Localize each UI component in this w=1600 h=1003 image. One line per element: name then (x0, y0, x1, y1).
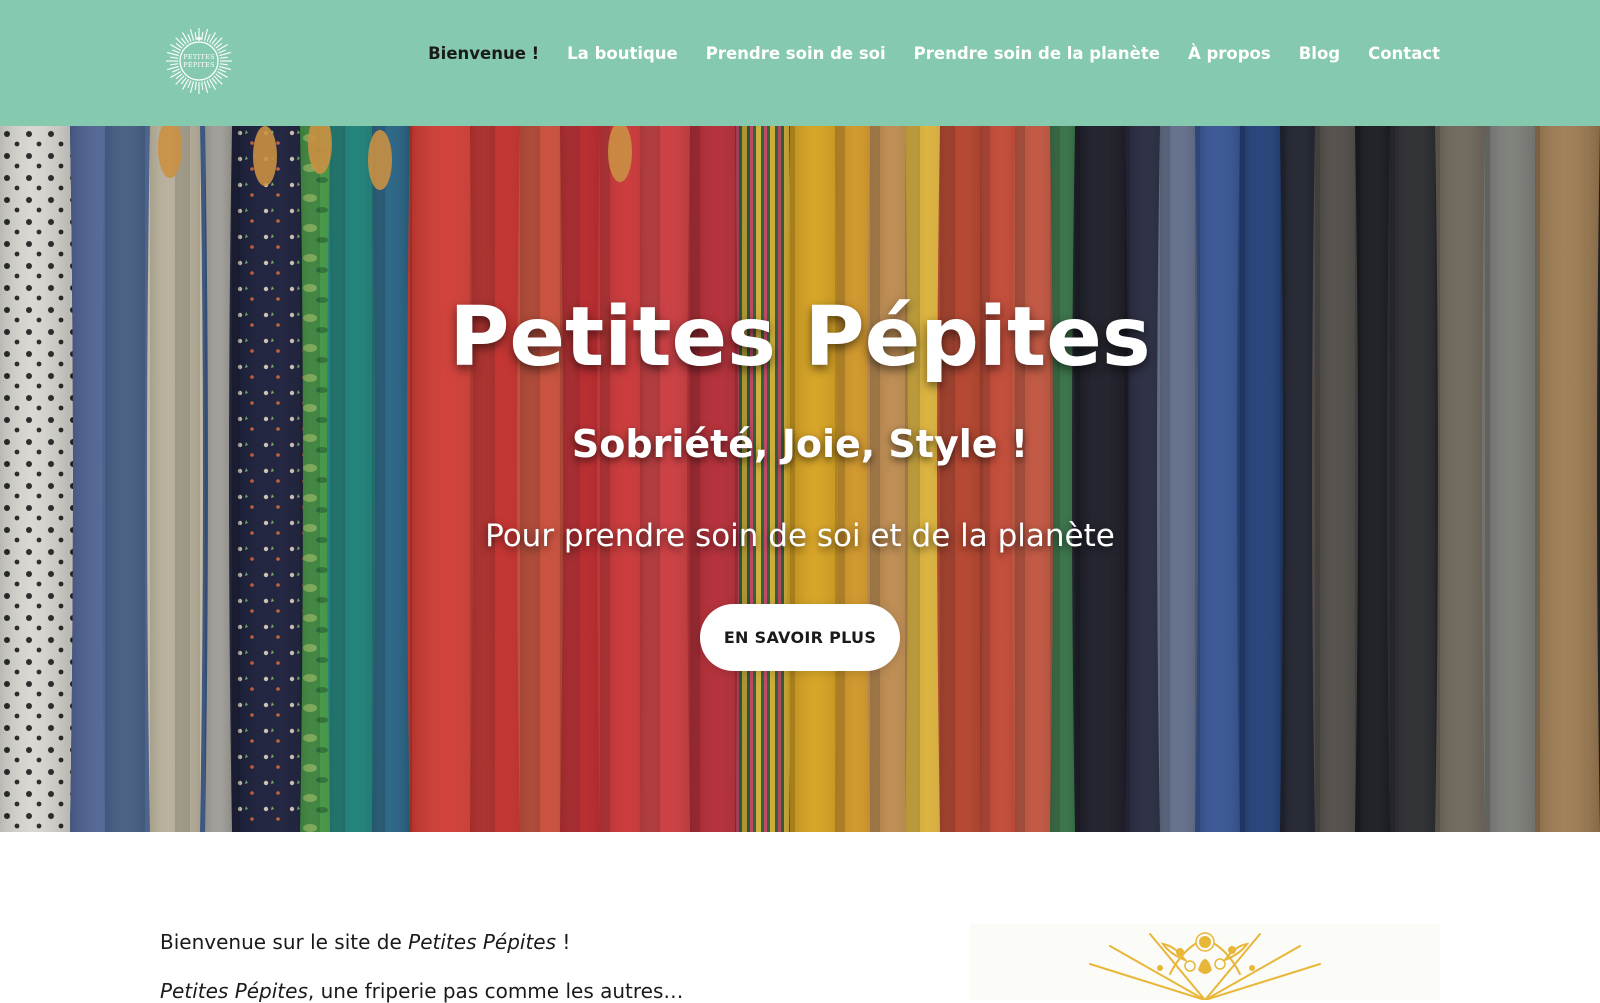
nav-item-soin-de-soi[interactable]: Prendre soin de soi (706, 44, 886, 63)
floral-illustration (970, 924, 1440, 1000)
hero-overlay (0, 126, 1600, 832)
welcome-prefix: Bienvenue sur le site de (160, 930, 409, 954)
welcome-brand: Petites Pépites (408, 930, 557, 954)
nav-item-a-propos[interactable]: À propos (1188, 44, 1271, 63)
hero-subtitle: Sobriété, Joie, Style ! (571, 422, 1029, 466)
tagline-text: Petites Pépites, une friperie pas comme … (160, 979, 683, 1003)
hero-description: Pour prendre soin de soi et de la planèt… (485, 518, 1115, 554)
gold-floral-sunburst-icon (1089, 932, 1321, 1000)
welcome-text: Bienvenue sur le site de Petites Pépites… (160, 930, 570, 954)
site-logo[interactable]: Petites Pépites (165, 27, 233, 95)
logo-line-2: Pépites (183, 61, 215, 69)
main-nav: Bienvenue ! La boutique Prendre soin de … (428, 44, 1440, 63)
tagline-brand: Petites Pépites (160, 979, 308, 1003)
logo-text: Petites Pépites (165, 27, 233, 95)
nav-item-contact[interactable]: Contact (1368, 44, 1440, 63)
en-savoir-plus-button[interactable]: EN SAVOIR PLUS (700, 604, 900, 671)
hero-title: Petites Pépites (449, 290, 1151, 385)
welcome-section: Bienvenue sur le site de Petites Pépites… (0, 832, 1600, 1003)
tagline-rest: , une friperie pas comme les autres… (307, 979, 684, 1003)
hero-section: Petites Pépites Sobriété, Joie, Style ! … (0, 126, 1600, 832)
nav-item-blog[interactable]: Blog (1299, 44, 1340, 63)
nav-item-soin-planete[interactable]: Prendre soin de la planète (914, 44, 1160, 63)
site-header: Petites Pépites Bienvenue ! La boutique … (0, 0, 1600, 126)
welcome-suffix: ! (556, 930, 571, 954)
logo-line-1: Petites (183, 53, 215, 61)
nav-item-bienvenue[interactable]: Bienvenue ! (428, 44, 539, 63)
nav-item-boutique[interactable]: La boutique (567, 44, 678, 63)
